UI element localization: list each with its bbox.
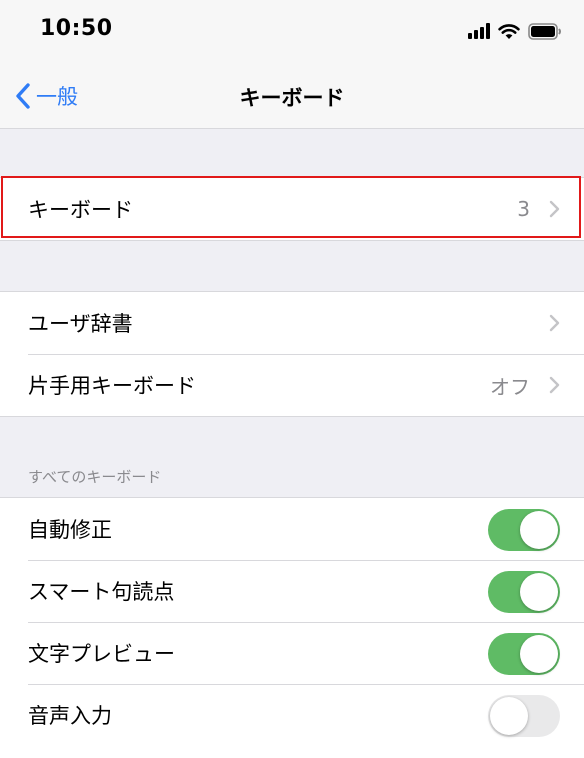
chevron-right-icon	[549, 314, 560, 332]
toggle-knob	[520, 511, 558, 549]
one-handed-keyboard-row[interactable]: 片手用キーボード オフ	[0, 354, 584, 416]
status-bar: 10:50	[0, 0, 584, 62]
row-value: オフ	[490, 374, 530, 399]
auto-correction-toggle[interactable]	[488, 509, 560, 551]
keyboards-group: キーボード 3	[0, 177, 584, 241]
toggle-row: スマート句読点	[0, 560, 584, 622]
dictation-toggle[interactable]	[488, 695, 560, 737]
chevron-right-icon	[549, 376, 560, 394]
row-label: 片手用キーボード	[28, 374, 196, 398]
character-preview-toggle[interactable]	[488, 633, 560, 675]
user-dictionary-row[interactable]: ユーザ辞書	[0, 292, 584, 354]
row-label: 文字プレビュー	[28, 642, 175, 666]
toggle-knob	[520, 635, 558, 673]
chevron-right-icon	[549, 200, 560, 218]
section-header: すべてのキーボード	[28, 468, 162, 486]
toggle-row: 自動修正	[0, 498, 584, 560]
all-keyboards-group: 自動修正 スマート句読点 文字プレビュー 音声入力	[0, 497, 584, 758]
row-value: 3	[517, 197, 530, 221]
dictionary-group: ユーザ辞書 片手用キーボード オフ	[0, 291, 584, 417]
cellular-signal-icon	[468, 23, 490, 39]
toggle-row: 文字プレビュー	[0, 622, 584, 684]
row-label: スマート句読点	[28, 580, 175, 604]
page-title: キーボード	[239, 86, 345, 110]
navigation-bar: 一般 キーボード	[0, 62, 584, 129]
row-label: ユーザ辞書	[28, 312, 133, 336]
status-time: 10:50	[40, 16, 113, 41]
smart-punctuation-toggle[interactable]	[488, 571, 560, 613]
battery-icon	[528, 22, 561, 40]
row-label: 音声入力	[28, 704, 112, 728]
toggle-knob	[520, 573, 558, 611]
wifi-icon	[498, 23, 520, 39]
toggle-knob	[490, 697, 528, 735]
row-label: 自動修正	[28, 518, 112, 542]
row-label: キーボード	[28, 198, 133, 222]
keyboards-row[interactable]: キーボード 3	[0, 178, 584, 240]
toggle-row: 音声入力	[0, 684, 584, 746]
status-icons	[468, 20, 562, 42]
